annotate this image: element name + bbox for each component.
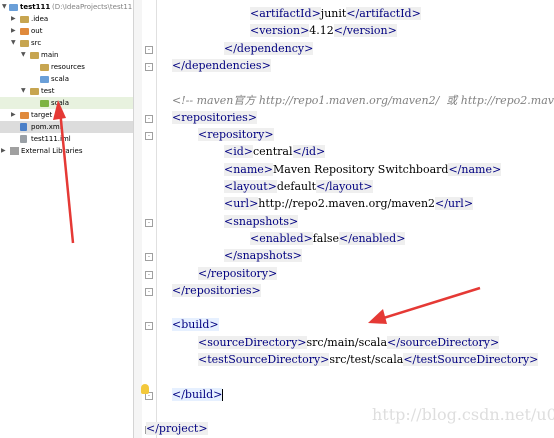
annotation-arrows — [53, 100, 481, 324]
tree-arrow — [53, 100, 75, 244]
build-arrow — [368, 286, 481, 324]
